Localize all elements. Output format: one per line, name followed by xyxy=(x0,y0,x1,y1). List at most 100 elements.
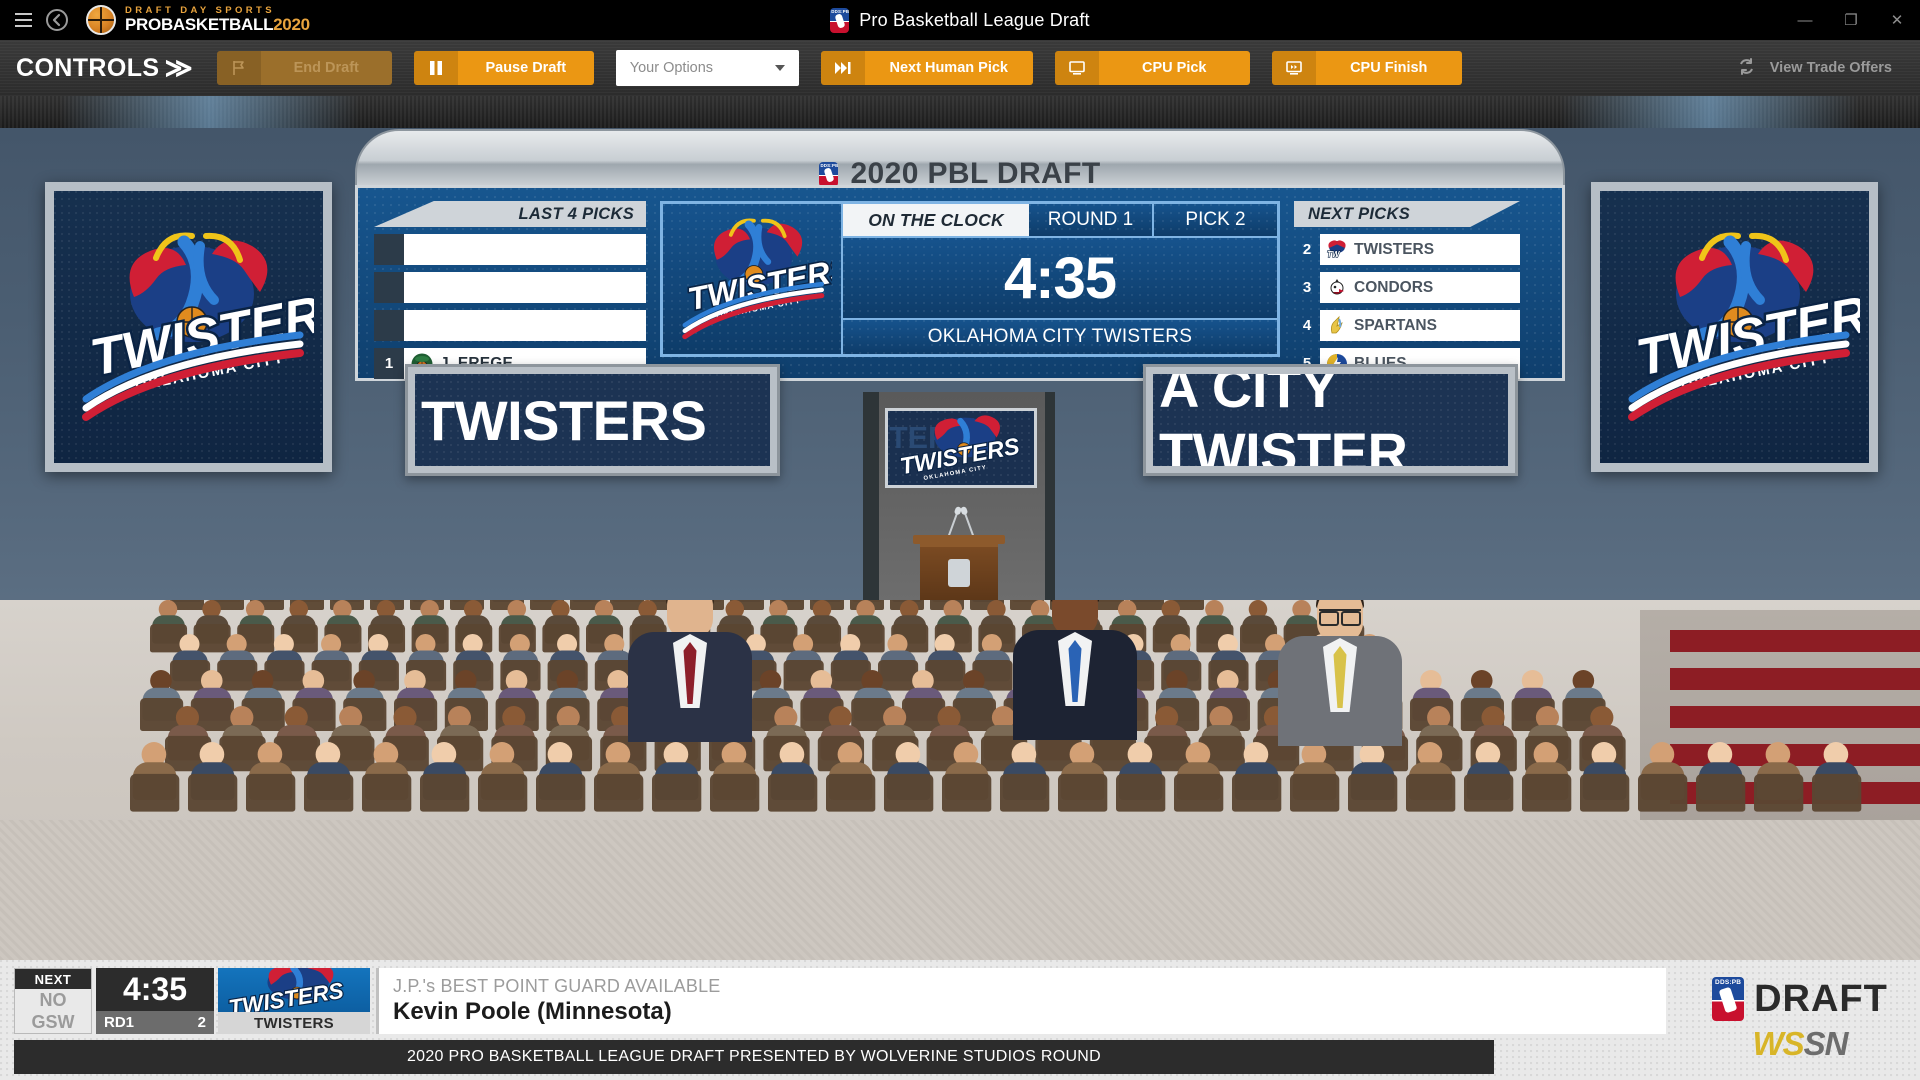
basketball-icon xyxy=(86,5,116,35)
close-button[interactable]: ✕ xyxy=(1874,0,1920,40)
pbl-shield-icon: DDS:PB xyxy=(1712,977,1745,1021)
next-picks-panel: NEXT PICKS 2 TW TWISTERS 3 CONDORS 4 SPA… xyxy=(1294,201,1520,379)
spartans-logo-icon xyxy=(1326,315,1348,337)
pause-draft-button[interactable]: Pause Draft xyxy=(413,51,594,85)
skip-forward-icon xyxy=(820,51,865,85)
on-the-clock-team-name: OKLAHOMA CITY TWISTERS xyxy=(843,320,1277,354)
crowd-fan xyxy=(1464,742,1514,812)
pick-number xyxy=(374,234,404,265)
ticker-brand: DDS:PB DRAFT WSSN xyxy=(1690,966,1910,1074)
next-pick-row[interactable]: 4 SPARTANS xyxy=(1294,310,1520,341)
minimize-button[interactable]: — xyxy=(1782,0,1828,40)
ticker-next-team-1: NO xyxy=(39,989,67,1010)
crowd-floor xyxy=(0,820,1920,960)
crowd-fan xyxy=(1638,742,1688,812)
crowd-fan xyxy=(1696,742,1746,812)
crowd-fan xyxy=(826,742,876,812)
pick-number xyxy=(374,272,404,303)
podium xyxy=(920,544,998,600)
on-the-clock-team-logo: TWISTERS OKLAHOMA CITY xyxy=(663,204,843,354)
crowd-fan xyxy=(536,742,586,812)
twisters-logo-icon: TW xyxy=(1326,239,1348,261)
crowd-fan xyxy=(942,742,992,812)
next-human-pick-button[interactable]: Next Human Pick xyxy=(820,51,1033,85)
crowd-fan xyxy=(246,742,296,812)
pick-player xyxy=(404,234,646,265)
condors-logo-icon xyxy=(1326,277,1348,299)
ticker-headline-kicker: J.P.'s BEST POINT GUARD AVAILABLE xyxy=(393,976,721,996)
ticker-round-label: RD1 xyxy=(104,1014,135,1031)
next-pick-number: 2 xyxy=(1302,241,1312,258)
network-initials-a: WS xyxy=(1752,1025,1804,1062)
refresh-icon xyxy=(1737,57,1756,80)
crowd-fan xyxy=(1812,742,1862,812)
podium-top xyxy=(913,535,1005,544)
maximize-button[interactable]: ❐ xyxy=(1828,0,1874,40)
end-draft-button[interactable]: End Draft xyxy=(216,51,392,85)
view-trade-offers-label: View Trade Offers xyxy=(1769,60,1892,76)
arena-logo-panel-right: TWISTERS OKLAHOMA CITY xyxy=(1591,182,1878,472)
podium-alcove: TERS TWISTERS OKLAHOMA CITY xyxy=(863,392,1055,600)
ticker-clock-time: 4:35 xyxy=(96,968,214,1011)
app-brand-year: 2020 xyxy=(273,15,310,35)
network-initials-b: SN xyxy=(1803,1025,1849,1062)
next-pick-team: TWISTERS xyxy=(1354,240,1435,258)
window-title-bar: DRAFT DAY SPORTS PROBASKETBALL2020 DDS:P… xyxy=(0,0,1920,40)
ticker-next-team-2: GSW xyxy=(31,1011,75,1032)
chevron-right-icon: ≫ xyxy=(164,52,192,83)
back-arrow-icon[interactable] xyxy=(40,0,74,40)
stage-banner-right-text: A CITY TWISTER xyxy=(1159,374,1408,466)
controls-toolbar: CONTROLS ≫ End Draft Pause Draft Your Op… xyxy=(0,40,1920,96)
last-picks-panel: LAST 4 PICKS 1 J. EREGE xyxy=(374,201,646,379)
crowd-row xyxy=(130,742,1862,812)
window-controls: — ❐ ✕ xyxy=(1782,0,1920,40)
crowd-fan xyxy=(768,742,818,812)
app-wordmark: DRAFT DAY SPORTS PROBASKETBALL2020 xyxy=(125,6,310,34)
crowd-fan xyxy=(710,742,760,812)
crowd-area: Well I can't say I'm the least bit surpr… xyxy=(0,600,1920,960)
crowd-fan xyxy=(1232,742,1282,812)
ticker-brand-draft: DRAFT xyxy=(1754,977,1888,1020)
pbl-shield-icon: DDS:PB xyxy=(819,161,839,187)
last-pick-row[interactable] xyxy=(374,310,646,341)
next-picks-header: NEXT PICKS xyxy=(1294,201,1520,227)
controls-label: CONTROLS ≫ xyxy=(16,53,195,84)
next-pick-row[interactable]: 2 TW TWISTERS xyxy=(1294,234,1520,265)
draft-board-body: LAST 4 PICKS 1 J. EREGE TWISTERS OKLAHOM… xyxy=(355,185,1565,381)
next-pick-row[interactable]: 3 CONDORS xyxy=(1294,272,1520,303)
twisters-logo-icon: TWISTERS xyxy=(226,968,346,1012)
arena-upper-band xyxy=(0,96,1920,128)
ticker-brand-network: WSSN xyxy=(1752,1025,1849,1063)
pick-player xyxy=(404,272,646,303)
hamburger-menu-icon[interactable] xyxy=(6,0,40,40)
bottom-ticker: NEXT NO GSW 4:35 RD1 2 TWISTERS TWISTERS… xyxy=(0,960,1920,1080)
stage-banner-left: TWISTERS xyxy=(405,364,780,476)
next-pick-number: 4 xyxy=(1302,317,1312,334)
last-pick-row[interactable] xyxy=(374,234,646,265)
pick-player xyxy=(404,310,646,341)
cpu-finish-button[interactable]: CPU Finish xyxy=(1271,51,1462,85)
ticker-scroll-strip: 2020 PRO BASKETBALL LEAGUE DRAFT PRESENT… xyxy=(14,1040,1494,1074)
crowd-fan xyxy=(1000,742,1050,812)
round-label: ROUND 1 xyxy=(1029,204,1154,236)
crowd-fan xyxy=(1116,742,1166,812)
crowd-fan xyxy=(1290,742,1340,812)
pick-label: PICK 2 xyxy=(1154,204,1277,236)
last-pick-row[interactable] xyxy=(374,272,646,303)
cpu-pick-button[interactable]: CPU Pick xyxy=(1054,51,1250,85)
cpu-finish-label: CPU Finish xyxy=(1350,60,1428,76)
flag-icon xyxy=(216,51,261,85)
app-logo: DRAFT DAY SPORTS PROBASKETBALL2020 xyxy=(86,5,310,35)
next-pick-team: CONDORS xyxy=(1354,278,1434,296)
controls-text: CONTROLS xyxy=(16,53,160,82)
your-options-select[interactable]: Your Options xyxy=(615,50,799,86)
arena-stage: TWISTERS OKLAHOMA CITY TWISTERS OKLAHOMA… xyxy=(0,96,1920,600)
window-title: Pro Basketball League Draft xyxy=(859,9,1090,30)
crowd-fan xyxy=(420,742,470,812)
on-the-clock-panel: TWISTERS OKLAHOMA CITY ON THE CLOCK ROUN… xyxy=(660,201,1280,357)
ticker-team-name: TWISTERS xyxy=(218,1012,370,1034)
chevron-down-icon[interactable] xyxy=(774,65,785,71)
ticker-headline: J.P.'s BEST POINT GUARD AVAILABLE Kevin … xyxy=(376,968,1666,1034)
view-trade-offers-button[interactable]: View Trade Offers xyxy=(1727,50,1902,86)
crowd-fan xyxy=(1522,742,1572,812)
